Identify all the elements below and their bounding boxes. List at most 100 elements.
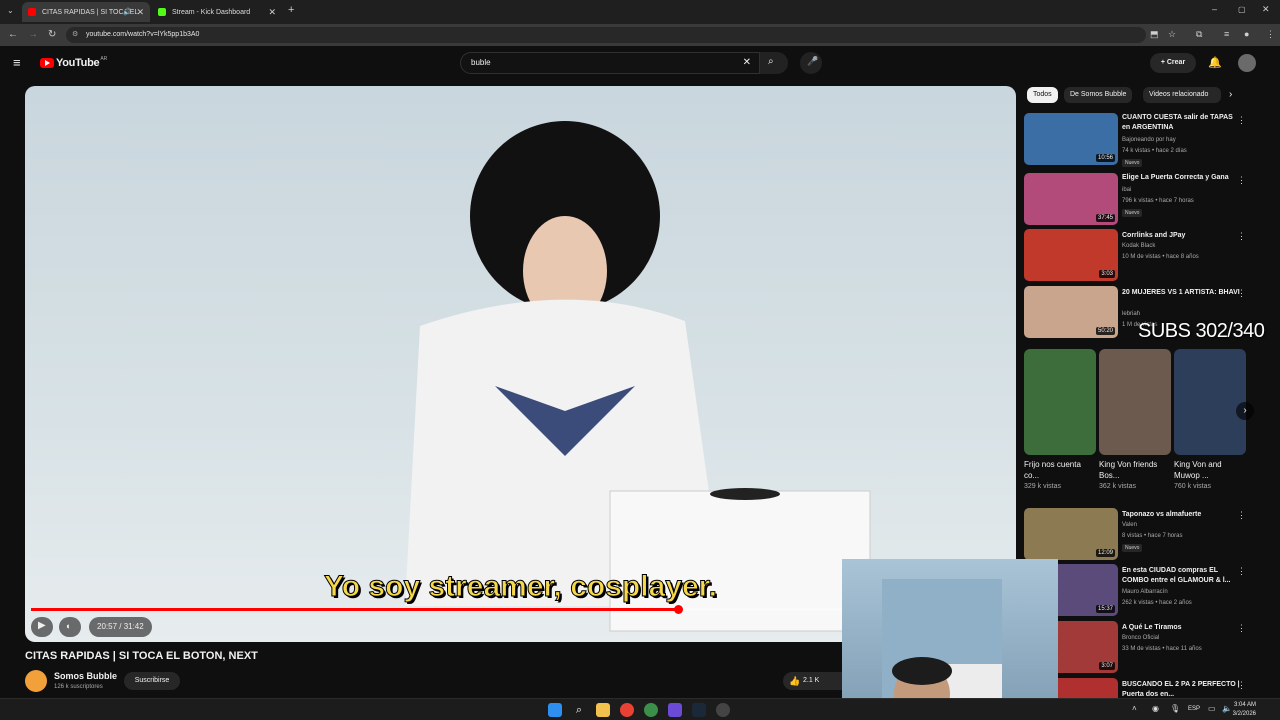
recommendation-channel[interactable]: Valen [1122, 522, 1137, 528]
forward-icon[interactable]: → [28, 29, 38, 40]
recommendation-item[interactable]: 12:09 Taponazo vs almafuerte Valen 8 vis… [1024, 508, 1254, 562]
recommendation-title[interactable]: Corrlinks and JPay [1122, 231, 1242, 241]
chip-todos[interactable]: Todos [1027, 87, 1058, 103]
youtube-logo[interactable]: YouTube AR [40, 56, 107, 69]
short-item[interactable]: Frijo nos cuenta co... 329 k vistas [1024, 349, 1096, 490]
short-thumbnail[interactable] [1099, 349, 1171, 455]
recommendation-title[interactable]: A Qué Le Tiramos [1122, 623, 1242, 633]
avatar[interactable] [1238, 54, 1256, 72]
file-explorer-icon[interactable] [596, 703, 610, 717]
short-item[interactable]: King Von and Muwop ... 760 k vistas [1174, 349, 1246, 490]
create-button[interactable]: + Crear [1150, 53, 1196, 73]
notifications-bell-icon[interactable]: 🔔 [1208, 56, 1222, 69]
site-info-icon[interactable]: ⚙ [72, 27, 78, 43]
search-input[interactable]: buble ✕ [460, 52, 760, 74]
steam-icon[interactable] [692, 703, 706, 717]
recommendation-channel[interactable]: Mauro Albarracín [1122, 589, 1168, 595]
recommendation-channel[interactable]: Kodak Black [1122, 243, 1155, 249]
recommendation-channel[interactable]: Bajoneando por hay [1122, 137, 1176, 143]
more-options-icon[interactable]: ⋮ [1237, 115, 1246, 126]
close-icon[interactable]: ✕ [136, 7, 144, 18]
more-options-icon[interactable]: ⋮ [1237, 510, 1246, 521]
window-close-icon[interactable]: ✕ [1262, 4, 1270, 15]
video-thumbnail[interactable]: 37:45 [1024, 173, 1118, 225]
recommendation-title[interactable]: 20 MUJERES VS 1 ARTISTA: BHAVI [1122, 288, 1242, 298]
recommendation-title[interactable]: CUANTO CUESTA salir de TAPAS en ARGENTIN… [1122, 113, 1242, 133]
short-thumbnail[interactable] [1024, 349, 1096, 455]
tab-search-icon[interactable]: ⌄ [7, 6, 14, 15]
chevron-up-icon[interactable]: ˄ [1132, 704, 1137, 713]
url-field[interactable]: ⚙ youtube.com/watch?v=lYk5pp1b3A0 [66, 27, 1146, 43]
chevron-right-icon[interactable]: › [1229, 89, 1232, 100]
recommendation-channel[interactable]: lebriah [1122, 311, 1140, 317]
volume-icon[interactable]: 🔈 [1222, 704, 1232, 713]
more-options-icon[interactable]: ⋮ [1237, 623, 1246, 634]
install-icon[interactable]: ⬒ [1150, 29, 1159, 40]
recommendation-item[interactable]: 10:56 CUANTO CUESTA salir de TAPAS en AR… [1024, 113, 1254, 167]
voice-search-button[interactable]: 🎤 [800, 52, 822, 74]
bookmark-star-icon[interactable]: ☆ [1168, 29, 1176, 40]
settings-gear-icon[interactable] [716, 703, 730, 717]
short-title[interactable]: King Von friends Bos... [1099, 459, 1159, 481]
more-options-icon[interactable]: ⋮ [1237, 680, 1246, 691]
reload-icon[interactable]: ↻ [48, 29, 56, 40]
more-options-icon[interactable]: ⋮ [1237, 288, 1246, 299]
shorts-next-chevron-icon[interactable]: › [1236, 402, 1254, 420]
like-button[interactable]: 👍 2.1 K [783, 672, 843, 690]
recommendation-item[interactable]: BUSCANDO EL 2 PA 2 PERFECTO | Puerta dos… [1024, 678, 1254, 698]
search-button[interactable]: ⌕ [760, 52, 788, 74]
short-title[interactable]: Frijo nos cuenta co... [1024, 459, 1084, 481]
recommendation-title[interactable]: Elige La Puerta Correcta y Gana [1122, 173, 1242, 183]
app-icon[interactable] [644, 703, 658, 717]
recommendation-item[interactable]: 3:07 A Qué Le Tiramos Bronco Oficial 33 … [1024, 621, 1254, 675]
recommendation-channel[interactable]: Bronco Oficial [1122, 635, 1159, 641]
channel-name[interactable]: Somos Bubble [54, 671, 117, 681]
new-tab-icon[interactable]: + [288, 4, 294, 16]
back-icon[interactable]: ← [8, 29, 18, 40]
clock[interactable]: 3:04 AM 3/2/2026 [1233, 701, 1256, 719]
close-icon[interactable]: ✕ [268, 7, 276, 18]
subscribe-button[interactable]: Suscribirse [124, 672, 180, 690]
progress-scrubber[interactable] [673, 605, 683, 614]
clear-search-icon[interactable]: ✕ [743, 53, 751, 73]
recommendation-item[interactable]: 37:45 Elige La Puerta Correcta y Gana ib… [1024, 173, 1254, 227]
play-button[interactable]: ▶ [31, 617, 53, 637]
tab-kick[interactable]: Stream - Kick Dashboard ✕ [152, 2, 282, 22]
video-thumbnail[interactable]: 50:20 [1024, 286, 1118, 338]
search-icon[interactable]: ⌕ [572, 703, 586, 717]
short-title[interactable]: King Von and Muwop ... [1174, 459, 1234, 481]
video-thumbnail[interactable]: 12:09 [1024, 508, 1118, 560]
language-indicator[interactable]: ESP [1188, 706, 1200, 712]
media-icon[interactable]: ≡ [1224, 29, 1229, 39]
short-thumbnail[interactable] [1174, 349, 1246, 455]
recommendation-channel[interactable]: ibai [1122, 187, 1131, 193]
chip-videos-relacionados[interactable]: Videos relacionado [1143, 87, 1221, 103]
chrome-icon[interactable] [620, 703, 634, 717]
chip-de-somos-bubble[interactable]: De Somos Bubble [1064, 87, 1133, 103]
channel-avatar[interactable] [25, 670, 47, 692]
video-thumbnail[interactable]: 10:56 [1024, 113, 1118, 165]
volume-button[interactable]: ◖ [59, 617, 81, 637]
network-icon[interactable]: ▭ [1208, 704, 1216, 713]
windows-start-icon[interactable] [548, 703, 562, 717]
profile-icon[interactable]: ● [1244, 29, 1249, 39]
short-item[interactable]: King Von friends Bos... 362 k vistas [1099, 349, 1171, 490]
recommendation-item[interactable]: 15:37 En esta CIUDAD compras EL COMBO en… [1024, 564, 1254, 618]
video-thumbnail[interactable]: 3:03 [1024, 229, 1118, 281]
tray-app-icon[interactable]: ◉ [1152, 704, 1159, 713]
hamburger-menu-icon[interactable]: ≡ [13, 55, 21, 70]
tray-mic-icon[interactable]: 🎙 [1170, 704, 1180, 713]
extensions-icon[interactable]: ⧉ [1196, 29, 1202, 40]
recommendation-title[interactable]: BUSCANDO EL 2 PA 2 PERFECTO | Puerta dos… [1122, 680, 1242, 698]
menu-icon[interactable]: ⋮ [1266, 29, 1275, 40]
more-options-icon[interactable]: ⋮ [1237, 566, 1246, 577]
minimize-icon[interactable]: – [1212, 4, 1217, 14]
maximize-icon[interactable]: ▢ [1238, 5, 1246, 14]
recommendation-title[interactable]: Taponazo vs almafuerte [1122, 510, 1242, 520]
more-options-icon[interactable]: ⋮ [1237, 231, 1246, 242]
more-options-icon[interactable]: ⋮ [1237, 175, 1246, 186]
recommendation-title[interactable]: En esta CIUDAD compras EL COMBO entre el… [1122, 566, 1242, 586]
tab-youtube[interactable]: CITAS RAPIDAS | SI TOCA EL 🔊 ✕ [22, 2, 150, 22]
discord-icon[interactable] [668, 703, 682, 717]
recommendation-item[interactable]: 3:03 Corrlinks and JPay Kodak Black 10 M… [1024, 229, 1254, 283]
